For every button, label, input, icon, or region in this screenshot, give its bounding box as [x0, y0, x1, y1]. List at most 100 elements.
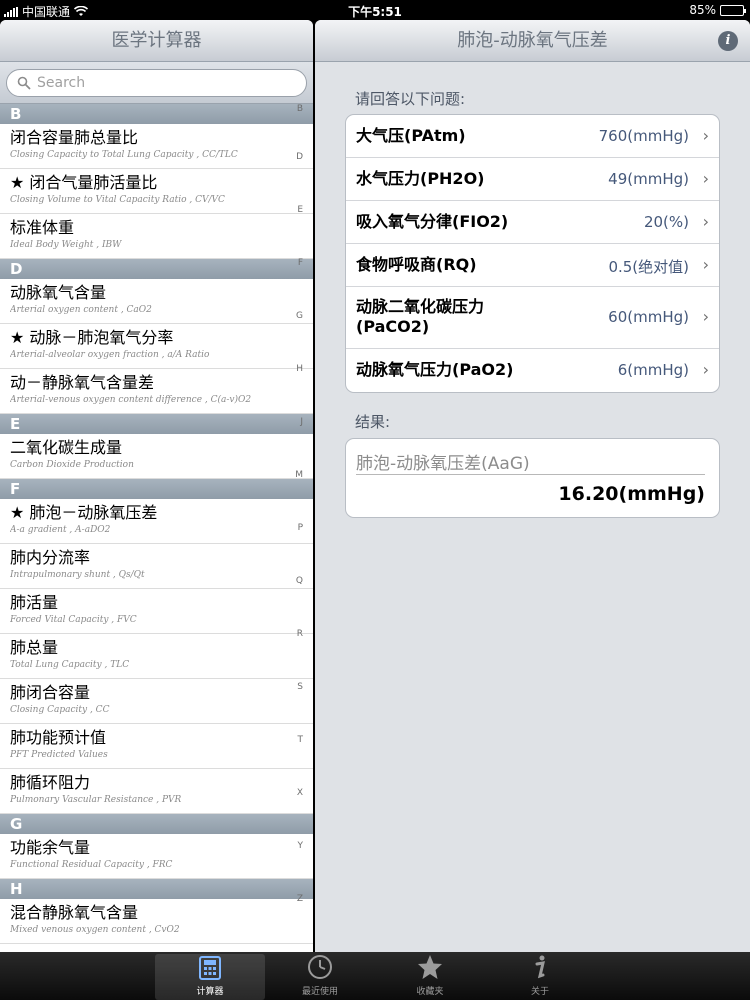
index-letter[interactable]: S — [297, 682, 303, 692]
input-value: 0.5(绝对值) — [608, 258, 689, 276]
list-item-subtitle: Pulmonary Vascular Resistance , PVR — [10, 795, 182, 805]
result-box: 肺泡-动脉氧压差(AaG) 16.20(mmHg) — [345, 438, 720, 518]
list-item-title: 动脉氧气含量 — [10, 283, 107, 302]
index-letter[interactable]: H — [296, 364, 303, 374]
input-value: 60(mmHg) — [608, 308, 689, 326]
list-item-title: 混合静脉氧气含量 — [10, 903, 139, 922]
result-name: 肺泡-动脉氧压差(AaG) — [356, 454, 530, 474]
section-header-b: B — [0, 104, 313, 124]
input-row-paco2[interactable]: 动脉二氧化碳压力 (PaCO2) 60(mmHg) › — [346, 287, 719, 349]
list-item[interactable]: 肺活量 Forced Vital Capacity , FVC — [0, 589, 313, 634]
battery-percent: 85% — [689, 3, 716, 17]
tab-label: 计算器 — [196, 987, 224, 997]
list-item-title: 标准体重 — [10, 218, 75, 237]
info-icon[interactable]: i — [718, 31, 738, 51]
index-letter[interactable]: E — [297, 205, 303, 215]
tab-label: 收藏夹 — [416, 987, 444, 997]
index-letter[interactable]: G — [296, 311, 303, 321]
tab-favorites[interactable]: 收藏夹 — [375, 952, 485, 1000]
list-item[interactable]: 肺闭合容量 Closing Capacity , CC — [0, 679, 313, 724]
clock-icon — [306, 953, 334, 981]
input-row-pao2[interactable]: 动脉氧气压力(PaO2) 6(mmHg) › — [346, 349, 719, 392]
list-item[interactable]: 动脉氧气含量 Arterial oxygen content , CaO2 — [0, 279, 313, 324]
chevron-right-icon: › — [702, 360, 709, 379]
battery-icon — [720, 4, 746, 16]
battery-group: 85% — [689, 3, 746, 17]
list-item[interactable]: 肺功能预计值 PFT Predicted Values — [0, 724, 313, 769]
input-row-ph2o[interactable]: 水气压力(PH2O) 49(mmHg) › — [346, 158, 719, 201]
index-letter[interactable]: T — [298, 735, 304, 745]
index-letter[interactable]: M — [295, 470, 303, 480]
section-header-d: D — [0, 259, 313, 279]
list-item-subtitle: Arterial-venous oxygen content differenc… — [10, 395, 252, 405]
calculator-list: B 闭合容量肺总量比 Closing Capacity to Total Lung… — [0, 104, 313, 944]
input-label: 大气压(PAtm) — [356, 126, 466, 145]
list-item-subtitle: Closing Volume to Vital Capacity Ratio ,… — [10, 195, 225, 205]
input-label: 水气压力(PH2O) — [356, 169, 485, 188]
search-bar: Search — [0, 62, 313, 104]
tab-about[interactable]: 关于 — [485, 952, 595, 1000]
info-icon — [526, 953, 554, 981]
index-letter[interactable]: Q — [296, 576, 303, 586]
detail-title: 肺泡-动脉氧气压差 — [457, 30, 608, 51]
input-row-rq[interactable]: 食物呼吸商(RQ) 0.5(绝对值) › — [346, 244, 719, 287]
index-letter[interactable]: R — [297, 629, 303, 639]
list-item-subtitle: A-a gradient , A-aDO2 — [10, 525, 111, 535]
chevron-right-icon: › — [702, 126, 709, 145]
list-item[interactable]: 肺总量 Total Lung Capacity , TLC — [0, 634, 313, 679]
list-item-title: 肺功能预计值 — [10, 728, 107, 747]
questions-label: 请回答以下问题: — [355, 90, 466, 108]
input-value: 20(%) — [643, 213, 689, 231]
list-item-subtitle: PFT Predicted Values — [10, 750, 108, 760]
list-item-title: 动－静脉氧气含量差 — [10, 373, 155, 392]
list-item-title: 肺内分流率 — [10, 548, 91, 567]
list-item[interactable]: ★ 动脉－肺泡氧气分率 Arterial-alveolar oxygen frac… — [0, 324, 313, 369]
list-item[interactable]: 二氧化碳生成量 Carbon Dioxide Production — [0, 434, 313, 479]
list-item-subtitle: Arterial-alveolar oxygen fraction , a/A … — [10, 350, 210, 360]
input-label: 动脉氧气压力(PaO2) — [356, 360, 514, 379]
list-item[interactable]: 标准体重 Ideal Body Weight , IBW — [0, 214, 313, 259]
list-item[interactable]: 混合静脉氧气含量 Mixed venous oxygen content , Cv… — [0, 899, 313, 944]
input-value: 49(mmHg) — [608, 170, 689, 188]
right-navbar: 肺泡-动脉氧气压差 i — [315, 20, 750, 62]
input-row-patm[interactable]: 大气压(PAtm) 760(mmHg) › — [346, 115, 719, 158]
tab-label: 关于 — [530, 987, 549, 997]
index-letter[interactable]: Y — [298, 841, 304, 851]
section-header-e: E — [0, 414, 313, 434]
tab-calculator[interactable]: 计算器 — [155, 954, 265, 1000]
list-item[interactable]: 闭合容量肺总量比 Closing Capacity to Total Lung C… — [0, 124, 313, 169]
list-item[interactable]: 功能余气量 Functional Residual Capacity , FRC — [0, 834, 313, 879]
list-item-title: 闭合容量肺总量比 — [10, 128, 139, 147]
input-label: 食物呼吸商(RQ) — [356, 255, 477, 274]
list-item[interactable]: 动－静脉氧气含量差 Arterial-venous oxygen content … — [0, 369, 313, 414]
index-letter[interactable]: D — [296, 152, 303, 162]
index-letter[interactable]: P — [298, 523, 303, 533]
section-header-g: G — [0, 814, 313, 834]
index-letter[interactable]: X — [297, 788, 303, 798]
index-letter[interactable]: F — [298, 258, 303, 268]
section-index-bar[interactable]: B D E F G H J M P Q R S T X Y Z — [291, 104, 313, 952]
list-item[interactable]: 肺循环阻力 Pulmonary Vascular Resistance , PVR — [0, 769, 313, 814]
tab-recent[interactable]: 最近使用 — [265, 952, 375, 1000]
status-bar: 中国联通 下午5:51 85% — [0, 0, 750, 20]
list-item[interactable]: ★ 闭合气量肺活量比 Closing Volume to Vital Capaci… — [0, 169, 313, 214]
list-item-title: ★ 动脉－肺泡氧气分率 — [10, 328, 174, 347]
index-letter[interactable]: J — [300, 417, 303, 427]
status-time: 下午5:51 — [348, 5, 402, 19]
list-item-subtitle: Closing Capacity , CC — [10, 705, 110, 715]
list-item[interactable]: ★ 肺泡－动脉氧压差 A-a gradient , A-aDO2 — [0, 499, 313, 544]
section-header-f: F — [0, 479, 313, 499]
section-header-h: H — [0, 879, 313, 899]
list-item[interactable]: 肺内分流率 Intrapulmonary shunt , Qs/Qt — [0, 544, 313, 589]
index-letter[interactable]: B — [297, 104, 303, 114]
list-item-title: 肺活量 — [10, 593, 59, 612]
list-item-title: 二氧化碳生成量 — [10, 438, 123, 457]
index-letter[interactable]: Z — [297, 894, 303, 904]
list-item-title: ★ 肺泡－动脉氧压差 — [10, 503, 158, 522]
list-item-subtitle: Ideal Body Weight , IBW — [10, 240, 122, 250]
tab-label: 最近使用 — [301, 987, 338, 997]
chevron-right-icon: › — [702, 212, 709, 231]
input-row-fio2[interactable]: 吸入氧气分律(FIO2) 20(%) › — [346, 201, 719, 244]
input-value: 760(mmHg) — [598, 127, 689, 145]
search-input[interactable]: Search — [6, 69, 307, 97]
